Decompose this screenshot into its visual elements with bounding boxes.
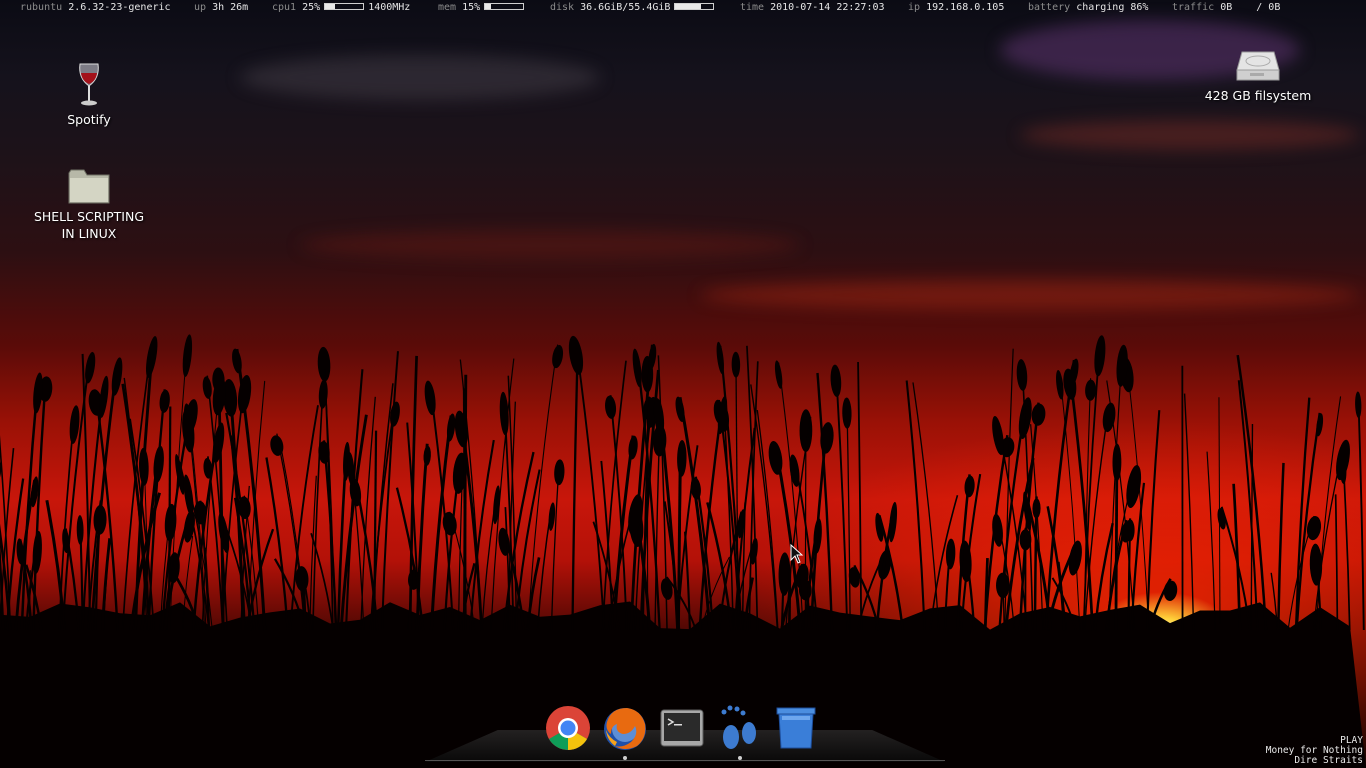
traffic-down: 0B: [1220, 2, 1233, 13]
disk-bar: [674, 2, 715, 10]
kernel-version: 2.6.32-23-generic: [68, 2, 171, 13]
disk-segment: disk 36.6GiB/55.4GiB: [550, 2, 718, 13]
desktop-icon-filesystem[interactable]: 428 GB filsystem: [1198, 50, 1318, 104]
uptime-value: 3h 26m: [212, 2, 249, 13]
hostname: rubuntu: [20, 2, 63, 13]
mem-bar: [484, 2, 525, 10]
mem-percent: 15%: [462, 2, 481, 13]
battery-segment: battery charging 86%: [1028, 2, 1148, 13]
ip-value: 192.168.0.105: [926, 2, 1005, 13]
traffic-label: traffic: [1172, 2, 1215, 13]
dock-item-terminal[interactable]: [658, 704, 706, 752]
dock-shelf-edge: [425, 760, 945, 761]
dock-running-indicator: [623, 756, 627, 760]
ip-segment: ip 192.168.0.105: [908, 2, 1004, 13]
ip-label: ip: [908, 2, 921, 13]
cpu-bar-fill: [325, 3, 335, 9]
disk-usage: 36.6GiB/55.4GiB: [580, 2, 671, 13]
wallpaper-cloud: [240, 55, 600, 100]
uptime-segment: up 3h 26m: [194, 2, 248, 13]
cpu-frequency: 1400MHz: [368, 2, 411, 13]
wallpaper-grass-silhouette: [0, 334, 1366, 768]
desktop-icon-label-line2: IN LINUX: [61, 226, 117, 241]
terminal-icon: [660, 709, 704, 747]
dock-item-chrome[interactable]: [544, 704, 592, 752]
desktop-icon-label: Spotify: [67, 112, 111, 127]
dock-item-gnome[interactable]: [716, 704, 764, 752]
mem-bar-fill: [485, 3, 491, 9]
desktop-icon-label: 428 GB filsystem: [1204, 88, 1312, 103]
status-bar: rubuntu 2.6.32-23-generic up 3h 26m cpu1…: [0, 0, 1366, 16]
traffic-segment: traffic 0B / 0B: [1172, 2, 1280, 13]
time-segment: time 2010-07-14 22:27:03: [740, 2, 885, 13]
trash-icon: [776, 707, 816, 749]
track-artist: Dire Straits: [1294, 755, 1363, 766]
battery-label: battery: [1028, 2, 1071, 13]
now-playing: PLAY Money for Nothing Dire Straits: [1266, 736, 1363, 766]
cpu-segment: cpu1 25% 1400MHz: [272, 2, 410, 13]
folder-icon: [68, 169, 110, 204]
wine-glass-icon: [79, 63, 99, 106]
hard-drive-icon: [1236, 51, 1280, 81]
mouse-pointer-icon: [790, 544, 804, 564]
cpu-label: cpu1: [272, 2, 297, 13]
wallpaper-cloud: [300, 230, 800, 260]
desktop-icon-label-line1: SHELL SCRIPTING: [33, 209, 145, 224]
mem-segment: mem 15%: [438, 2, 528, 13]
desktop-icon-spotify[interactable]: Spotify: [48, 62, 130, 128]
mem-label: mem: [438, 2, 457, 13]
time-label: time: [740, 2, 765, 13]
disk-bar-fill: [675, 3, 701, 9]
firefox-icon: [604, 708, 646, 750]
dock-item-trash[interactable]: [772, 704, 820, 752]
disk-label: disk: [550, 2, 575, 13]
cpu-bar: [324, 2, 365, 10]
dock-running-indicator: [738, 756, 742, 760]
wallpaper-cloud: [1020, 120, 1360, 150]
battery-value: charging 86%: [1076, 2, 1149, 13]
desktop-icon-shell-scripting-folder[interactable]: SHELL SCRIPTING IN LINUX: [24, 165, 154, 242]
uptime-label: up: [194, 2, 207, 13]
gnome-foot-icon: [721, 705, 756, 749]
dock-item-firefox[interactable]: [601, 704, 649, 752]
host-segment: rubuntu 2.6.32-23-generic: [20, 2, 171, 13]
time-value: 2010-07-14 22:27:03: [770, 2, 885, 13]
traffic-up: / 0B: [1256, 2, 1281, 13]
cpu-percent: 25%: [302, 2, 321, 13]
chrome-icon: [546, 706, 590, 750]
